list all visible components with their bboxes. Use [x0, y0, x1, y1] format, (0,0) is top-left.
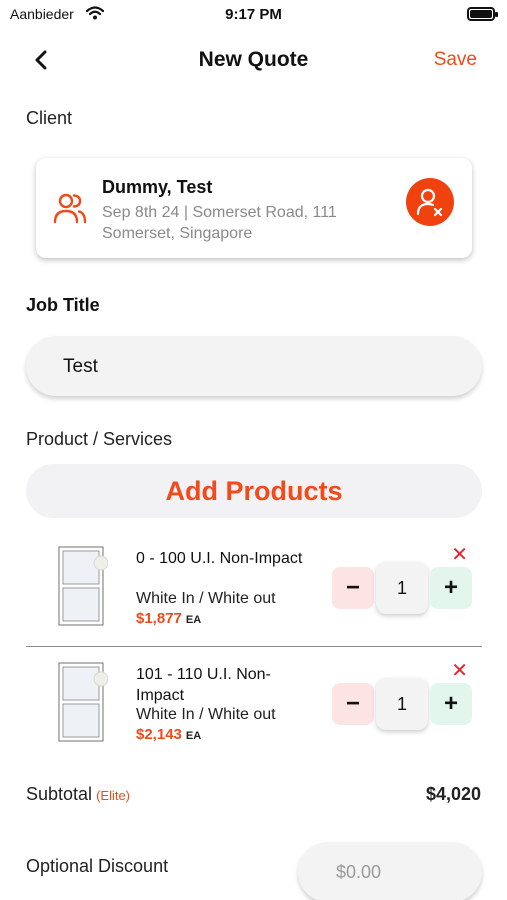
- subtotal-label: Subtotal (Elite): [26, 784, 130, 805]
- add-products-button[interactable]: Add Products: [26, 464, 482, 518]
- job-title-label: Job Title: [26, 295, 100, 315]
- status-bar: Aanbieder 9:17 PM: [0, 0, 507, 30]
- price-unit: EA: [185, 614, 202, 626]
- products-label: Product / Services: [26, 429, 173, 449]
- client-details: Sep 8th 24 | Somerset Road, 111 Somerset…: [102, 204, 337, 242]
- increment-button[interactable]: +: [430, 683, 472, 725]
- quantity-stepper: − 1 +: [332, 562, 472, 614]
- divider: [26, 646, 482, 647]
- client-label: Client: [26, 108, 73, 128]
- product-name: 101 - 110 U.I. Non-Impact: [136, 666, 271, 704]
- window-thumbnail-icon: [58, 546, 109, 626]
- increment-button[interactable]: +: [430, 567, 472, 609]
- product-row: 0 - 100 U.I. Non-Impact White In / White…: [26, 534, 482, 644]
- battery-icon: [467, 7, 498, 21]
- save-button[interactable]: Save: [434, 49, 477, 71]
- subtotal-text: Subtotal: [26, 784, 93, 804]
- remove-product-icon[interactable]: ✕: [451, 658, 468, 683]
- decrement-button[interactable]: −: [332, 683, 374, 725]
- discount-input[interactable]: $0.00: [298, 842, 482, 900]
- pricing-tier-badge: (Elite): [96, 788, 131, 803]
- price-value: $1,877: [136, 610, 182, 627]
- quantity-stepper: − 1 +: [332, 678, 472, 730]
- price-unit: EA: [185, 730, 202, 742]
- clock: 9:17 PM: [225, 6, 282, 23]
- users-icon: [52, 190, 88, 226]
- discount-label: Optional Discount: [26, 856, 169, 876]
- product-row: 101 - 110 U.I. Non-Impact White In / Whi…: [26, 650, 482, 760]
- price-value: $2,143: [136, 726, 182, 743]
- quantity-field[interactable]: 1: [376, 678, 428, 730]
- job-title-value: Test: [63, 356, 98, 377]
- product-name: 0 - 100 U.I. Non-Impact: [136, 550, 303, 567]
- client-name: Dummy, Test: [102, 177, 213, 197]
- product-finish: White In / White out: [136, 706, 276, 723]
- subtotal-value: $4,020: [425, 784, 481, 804]
- remove-product-icon[interactable]: ✕: [451, 542, 468, 567]
- product-price: $2,143 EA: [136, 726, 201, 743]
- product-finish: White In / White out: [136, 590, 276, 607]
- client-card[interactable]: Dummy, Test Sep 8th 24 | Somerset Road, …: [36, 158, 472, 258]
- nav-bar: New Quote Save: [0, 40, 507, 80]
- remove-client-icon[interactable]: [406, 178, 454, 226]
- quantity-field[interactable]: 1: [376, 562, 428, 614]
- window-thumbnail-icon: [58, 662, 109, 742]
- discount-placeholder: $0.00: [336, 862, 382, 882]
- page-title: New Quote: [198, 48, 309, 71]
- product-price: $1,877 EA: [136, 610, 201, 627]
- job-title-input[interactable]: Test: [26, 336, 482, 396]
- decrement-button[interactable]: −: [332, 567, 374, 609]
